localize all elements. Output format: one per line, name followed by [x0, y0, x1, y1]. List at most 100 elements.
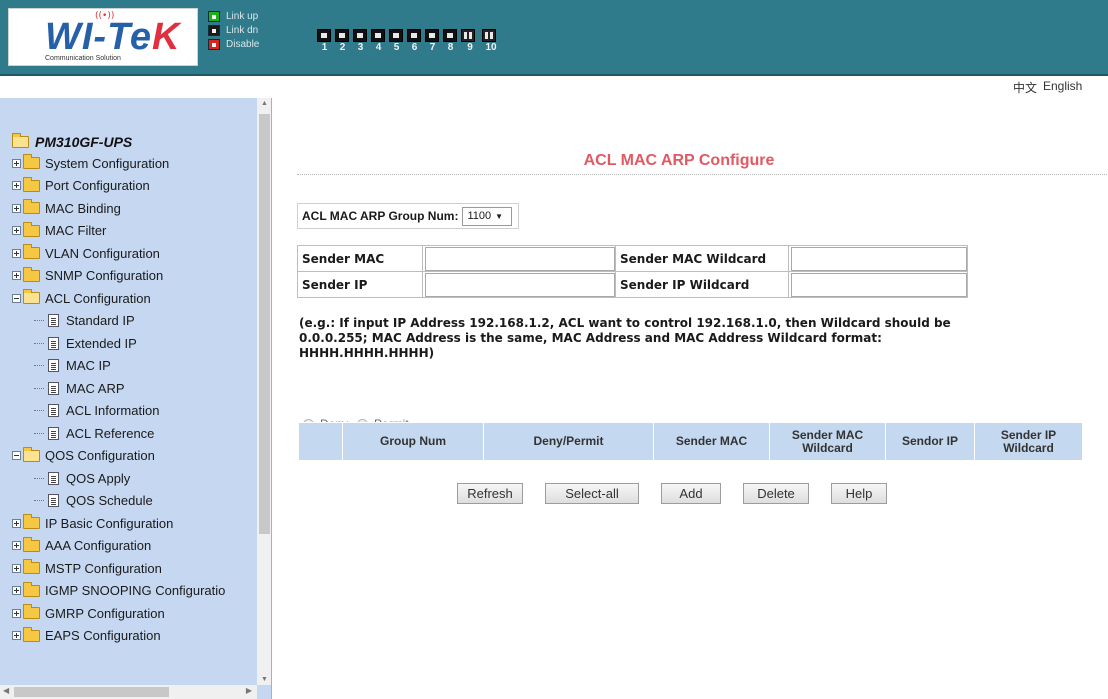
- scrollbar-thumb[interactable]: [259, 114, 270, 534]
- wildcard-help-note: (e.g.: If input IP Address 192.168.1.2, …: [299, 316, 951, 360]
- sender-mac-input[interactable]: [425, 246, 615, 271]
- document-icon: [48, 494, 59, 508]
- port-4[interactable]: 4: [371, 29, 386, 54]
- expand-icon[interactable]: [12, 631, 21, 641]
- nav-standard-ip[interactable]: Standard IP: [12, 310, 258, 333]
- expand-icon[interactable]: [12, 181, 21, 191]
- language-chinese-link[interactable]: 中文: [1013, 79, 1037, 96]
- navigation-sidebar: PM310GF-UPS System Configuration Port Co…: [0, 98, 272, 699]
- sidebar-vertical-scrollbar[interactable]: ▲ ▼: [257, 98, 271, 685]
- port-8[interactable]: 8: [443, 29, 458, 54]
- nav-eaps-configuration[interactable]: EAPS Configuration: [12, 625, 258, 648]
- sender-ip-wildcard-input[interactable]: [791, 272, 967, 297]
- folder-icon: [23, 221, 40, 237]
- expand-icon[interactable]: [12, 608, 21, 618]
- expand-icon[interactable]: [12, 271, 21, 281]
- nav-igmp-snooping-configuration[interactable]: IGMP SNOOPING Configuratio: [12, 580, 258, 603]
- help-button[interactable]: Help: [831, 483, 887, 504]
- tree-root[interactable]: PM310GF-UPS: [12, 132, 258, 152]
- sender-mac-label: Sender MAC: [297, 245, 423, 272]
- expand-icon[interactable]: [12, 518, 21, 528]
- rj45-port-icon: [407, 29, 421, 42]
- rj45-port-icon: [425, 29, 439, 42]
- document-icon: [48, 381, 59, 395]
- folder-icon: [23, 604, 40, 620]
- nav-acl-information[interactable]: ACL Information: [12, 400, 258, 423]
- port-3[interactable]: 3: [353, 29, 368, 54]
- nav-acl-reference[interactable]: ACL Reference: [12, 422, 258, 445]
- add-button[interactable]: Add: [661, 483, 721, 504]
- rj45-port-icon: [389, 29, 403, 42]
- port-7[interactable]: 7: [425, 29, 440, 54]
- sender-ip-label: Sender IP: [297, 271, 423, 298]
- sender-ip-column-header: Sendor IP: [885, 422, 975, 461]
- group-num-select[interactable]: 1100 ▼: [462, 206, 513, 226]
- collapse-icon[interactable]: [12, 451, 21, 461]
- nav-system-configuration[interactable]: System Configuration: [12, 152, 258, 175]
- select-column-header: [298, 422, 343, 461]
- nav-port-configuration[interactable]: Port Configuration: [12, 175, 258, 198]
- expand-icon[interactable]: [12, 563, 21, 573]
- scroll-left-arrow-icon[interactable]: ◀: [3, 686, 9, 695]
- nav-gmrp-configuration[interactable]: GMRP Configuration: [12, 602, 258, 625]
- group-num-box: ACL MAC ARP Group Num: 1100 ▼: [297, 203, 520, 229]
- port-1[interactable]: 1: [317, 29, 332, 54]
- nav-acl-configuration[interactable]: ACL Configuration: [12, 287, 258, 310]
- dropdown-arrow-icon: ▼: [495, 211, 504, 221]
- folder-icon: [23, 626, 40, 642]
- navigation-tree: PM310GF-UPS System Configuration Port Co…: [12, 132, 258, 647]
- nav-vlan-configuration[interactable]: VLAN Configuration: [12, 242, 258, 265]
- folder-icon: [23, 514, 40, 530]
- scroll-up-arrow-icon[interactable]: ▲: [261, 100, 268, 107]
- sender-mac-column-header: Sender MAC: [653, 422, 770, 461]
- port-2[interactable]: 2: [335, 29, 350, 54]
- rj45-port-icon: [335, 29, 349, 42]
- nav-qos-schedule[interactable]: QOS Schedule: [12, 490, 258, 513]
- group-num-label: ACL MAC ARP Group Num:: [302, 209, 459, 223]
- acl-rule-table: Group Num Deny/Permit Sender MAC Sender …: [298, 422, 1083, 461]
- sidebar-horizontal-scrollbar[interactable]: ◀ ▶: [0, 685, 257, 699]
- expand-icon[interactable]: [12, 586, 21, 596]
- sender-filter-form: Sender MAC Sender MAC Wildcard Sender IP…: [297, 245, 968, 298]
- port-10[interactable]: 10: [482, 29, 500, 54]
- language-english-link[interactable]: English: [1043, 79, 1082, 93]
- nav-snmp-configuration[interactable]: SNMP Configuration: [12, 265, 258, 288]
- legend-link-down: Link dn: [208, 23, 259, 37]
- collapse-icon[interactable]: [12, 293, 21, 303]
- legend-disable: Disable: [208, 37, 259, 51]
- nav-aaa-configuration[interactable]: AAA Configuration: [12, 535, 258, 558]
- nav-mstp-configuration[interactable]: MSTP Configuration: [12, 557, 258, 580]
- port-5[interactable]: 5: [389, 29, 404, 54]
- deny-permit-column-header: Deny/Permit: [483, 422, 654, 461]
- nav-mac-ip[interactable]: MAC IP: [12, 355, 258, 378]
- scroll-right-arrow-icon[interactable]: ▶: [246, 686, 252, 695]
- port-panel: 1 2 3 4 5 6 7 8 9 10: [317, 29, 503, 54]
- document-icon: [48, 404, 59, 418]
- folder-icon: [23, 536, 40, 552]
- expand-icon[interactable]: [12, 541, 21, 551]
- expand-icon[interactable]: [12, 158, 21, 168]
- folder-icon: [23, 559, 40, 575]
- nav-qos-configuration[interactable]: QOS Configuration: [12, 445, 258, 468]
- scrollbar-thumb[interactable]: [14, 687, 169, 697]
- select-all-button[interactable]: Select-all: [545, 483, 639, 504]
- sender-mac-wildcard-input[interactable]: [791, 246, 967, 271]
- scroll-down-arrow-icon[interactable]: ▼: [261, 676, 268, 683]
- link-down-port-icon: [208, 24, 220, 36]
- port-9[interactable]: 9: [461, 29, 479, 54]
- delete-button[interactable]: Delete: [743, 483, 809, 504]
- nav-mac-binding[interactable]: MAC Binding: [12, 197, 258, 220]
- main-content: ACL MAC ARP Configure ACL MAC ARP Group …: [273, 98, 1108, 699]
- nav-mac-arp[interactable]: MAC ARP: [12, 377, 258, 400]
- expand-icon[interactable]: [12, 203, 21, 213]
- refresh-button[interactable]: Refresh: [457, 483, 523, 504]
- nav-mac-filter[interactable]: MAC Filter: [12, 220, 258, 243]
- port-6[interactable]: 6: [407, 29, 422, 54]
- sender-ip-input[interactable]: [425, 272, 615, 297]
- nav-extended-ip[interactable]: Extended IP: [12, 332, 258, 355]
- nav-qos-apply[interactable]: QOS Apply: [12, 467, 258, 490]
- sender-ip-wildcard-column-header: Sender IP Wildcard: [974, 422, 1083, 461]
- nav-ip-basic-configuration[interactable]: IP Basic Configuration: [12, 512, 258, 535]
- expand-icon[interactable]: [12, 248, 21, 258]
- expand-icon[interactable]: [12, 226, 21, 236]
